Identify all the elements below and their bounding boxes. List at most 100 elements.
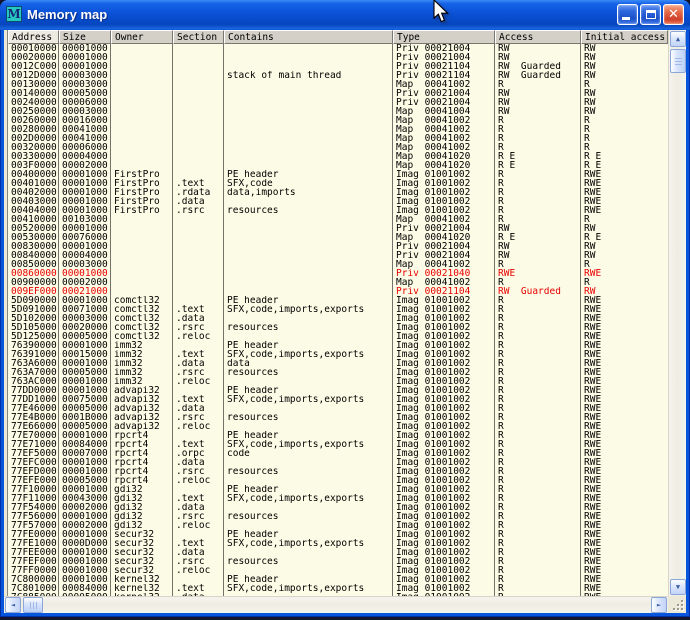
- table-row[interactable]: 7639100000015000imm32.textSFX,code,impor…: [8, 350, 668, 359]
- table-row[interactable]: 0090000000002000Map 00041002RR: [8, 278, 668, 287]
- table-row[interactable]: 0014000000005000Priv 00021004RWRW: [8, 89, 668, 98]
- table-row[interactable]: 0040300000001000FirstPro.dataImag 010010…: [8, 197, 668, 206]
- table-row[interactable]: 77F5700000002000gdi32.relocImag 01001002…: [8, 521, 668, 530]
- table-row[interactable]: 0012C00000001000Priv 00021104RW GuardedR…: [8, 62, 668, 71]
- table-row[interactable]: 77FEE00000001000secur32.dataImag 0100100…: [8, 548, 668, 557]
- column-header-address[interactable]: Address: [8, 30, 59, 44]
- table-row[interactable]: 77E7100000084000rpcrt4.textSFX,code,impo…: [8, 440, 668, 449]
- table-row[interactable]: 77DD000000001000advapi32PE headerImag 01…: [8, 386, 668, 395]
- scroll-down-button[interactable]: ▼: [670, 579, 686, 595]
- table-row[interactable]: 77F5400000002000gdi32.dataImag 01001002R…: [8, 503, 668, 512]
- table-row[interactable]: 77EF500000007000rpcrt4.orpccodeImag 0100…: [8, 449, 668, 458]
- column-header-type[interactable]: Type: [393, 30, 495, 44]
- vertical-scrollbar[interactable]: ▲ ▼: [668, 30, 686, 596]
- table-row[interactable]: 77E4B0000001B000advapi32.rsrcresourcesIm…: [8, 413, 668, 422]
- scroll-left-button[interactable]: ◄: [5, 597, 21, 613]
- scroll-right-button[interactable]: ►: [651, 597, 667, 613]
- cell-owner: rpcrt4: [111, 449, 173, 458]
- table-row[interactable]: 7C80000000001000kernel32PE headerImag 01…: [8, 575, 668, 584]
- table-row[interactable]: 5D10500000020000comctl32.rsrcresourcesIm…: [8, 323, 668, 332]
- table-row[interactable]: 7639000000001000imm32PE headerImag 01001…: [8, 341, 668, 350]
- table-row[interactable]: 0025000000003000Map 00041004RWRW: [8, 107, 668, 116]
- table-row[interactable]: 002D000000041000Map 00041002RR: [8, 134, 668, 143]
- table-row[interactable]: 0024000000006000Priv 00021004RWRW: [8, 98, 668, 107]
- table-row[interactable]: 5D09100000071000comctl32.textSFX,code,im…: [8, 305, 668, 314]
- table-row[interactable]: 0040000000001000FirstProPE headerImag 01…: [8, 170, 668, 179]
- table-row[interactable]: 0012D00000003000stack of main threadPriv…: [8, 71, 668, 80]
- cell-size: 00005000: [59, 422, 111, 431]
- table-row[interactable]: 0001000000001000Priv 00021004RWRW: [8, 44, 668, 53]
- cell-initial_access: RW: [581, 62, 668, 71]
- table-row[interactable]: 0083000000001000Priv 00021004RWRW: [8, 242, 668, 251]
- table-row[interactable]: 77FF000000001000secur32.relocImag 010010…: [8, 566, 668, 575]
- table-row[interactable]: 77E7000000001000rpcrt4PE headerImag 0100…: [8, 431, 668, 440]
- table-row[interactable]: 763A600000001000imm32.datadataImag 01001…: [8, 359, 668, 368]
- table-row[interactable]: 0028000000041000Map 00041002RR: [8, 125, 668, 134]
- table-row[interactable]: 0040200000001000FirstPro.rdatadata,impor…: [8, 188, 668, 197]
- minimize-button[interactable]: [617, 4, 638, 25]
- cell-address: 00860000: [8, 269, 59, 278]
- table-row[interactable]: 77FE000000001000secur32PE headerImag 010…: [8, 530, 668, 539]
- table-row[interactable]: 77EFD00000001000rpcrt4.rsrcresourcesImag…: [8, 467, 668, 476]
- cell-address: 76390000: [8, 341, 59, 350]
- table-row[interactable]: 0033000000004000Map 00041020R ER E: [8, 152, 668, 161]
- cell-access: R: [495, 323, 581, 332]
- table-row[interactable]: 77DD100000075000advapi32.textSFX,code,im…: [8, 395, 668, 404]
- maximize-button[interactable]: [640, 4, 661, 25]
- table-row[interactable]: 0026000000016000Map 00041002RR: [8, 116, 668, 125]
- table-row[interactable]: 0040100000001000FirstPro.textSFX,codeIma…: [8, 179, 668, 188]
- table-row[interactable]: 7C80100000084000kernel32.textSFX,code,im…: [8, 584, 668, 593]
- table-row[interactable]: 77FE10000000D000secur32.textSFX,code,imp…: [8, 539, 668, 548]
- table-row[interactable]: 77E4600000005000advapi32.dataImag 010010…: [8, 404, 668, 413]
- column-header-owner[interactable]: Owner: [111, 30, 173, 44]
- table-row[interactable]: 0053000000076000Map 00041020R ER E: [8, 233, 668, 242]
- column-header-contains[interactable]: Contains: [224, 30, 393, 44]
- cell-initial_access: RWE: [581, 368, 668, 377]
- cell-address: 00280000: [8, 125, 59, 134]
- table-row[interactable]: 763A700000005000imm32.rsrcresourcesImag …: [8, 368, 668, 377]
- table-row[interactable]: 0084000000004000Priv 00021004RWRW: [8, 251, 668, 260]
- table-row[interactable]: 77F1000000001000gdi32PE headerImag 01001…: [8, 485, 668, 494]
- horizontal-scrollbar[interactable]: ◄ ►: [4, 596, 668, 613]
- cell-section: [173, 269, 224, 278]
- cell-section: .rsrc: [173, 557, 224, 566]
- table-row[interactable]: 0085000000003000Map 00041002RR: [8, 260, 668, 269]
- table-row[interactable]: 77FEF00000001000secur32.rsrcresourcesIma…: [8, 557, 668, 566]
- cell-type: Imag 01001002: [393, 476, 495, 485]
- table-row[interactable]: 0052000000001000Priv 00021004RWRW: [8, 224, 668, 233]
- table-row[interactable]: 5D12500000005000comctl32.relocImag 01001…: [8, 332, 668, 341]
- table-row[interactable]: 009EF00000021000Priv 00021104RW GuardedR…: [8, 287, 668, 296]
- table-row[interactable]: 77F1100000043000gdi32.textSFX,code,impor…: [8, 494, 668, 503]
- horizontal-scroll-thumb[interactable]: [23, 597, 43, 613]
- scroll-up-button[interactable]: ▲: [670, 31, 686, 47]
- vertical-scroll-thumb[interactable]: [670, 49, 686, 73]
- table-row[interactable]: 77EFE00000005000rpcrt4.relocImag 0100100…: [8, 476, 668, 485]
- resize-grip[interactable]: [668, 596, 686, 613]
- title-bar[interactable]: M Memory map ✕: [0, 0, 690, 30]
- table-row[interactable]: 0040400000001000FirstPro.rsrcresourcesIm…: [8, 206, 668, 215]
- cell-contains: resources: [224, 368, 393, 377]
- cell-section: [173, 242, 224, 251]
- cell-section: [173, 161, 224, 170]
- column-header-size[interactable]: Size: [59, 30, 111, 44]
- table-row[interactable]: 003F000000002000Map 00041020R ER E: [8, 161, 668, 170]
- cell-contains: stack of main thread: [224, 71, 393, 80]
- cell-contains: [224, 458, 393, 467]
- column-header-initial_access[interactable]: Initial access: [581, 30, 668, 44]
- table-row[interactable]: 0013000000003000Map 00041002RR: [8, 80, 668, 89]
- table-row[interactable]: 77F5600000001000gdi32.rsrcresourcesImag …: [8, 512, 668, 521]
- column-header-section[interactable]: Section: [173, 30, 224, 44]
- table-row[interactable]: 77EFC00000001000rpcrt4.dataImag 01001002…: [8, 458, 668, 467]
- table-row[interactable]: 0041000000103000Map 00041002RR: [8, 215, 668, 224]
- cell-address: 5D090000: [8, 296, 59, 305]
- table-row[interactable]: 5D10200000003000comctl32.dataImag 010010…: [8, 314, 668, 323]
- table-row[interactable]: 763AC00000001000imm32.relocImag 01001002…: [8, 377, 668, 386]
- column-header-access[interactable]: Access: [495, 30, 581, 44]
- table-row[interactable]: 0032000000006000Map 00041002RR: [8, 143, 668, 152]
- table-row[interactable]: 77E6600000005000advapi32.relocImag 01001…: [8, 422, 668, 431]
- table-row[interactable]: 5D09000000001000comctl32PE headerImag 01…: [8, 296, 668, 305]
- close-button[interactable]: ✕: [663, 4, 684, 25]
- table-row[interactable]: 0002000000001000Priv 00021004RWRW: [8, 53, 668, 62]
- cell-section: [173, 44, 224, 53]
- table-row[interactable]: 0086000000001000Priv 00021040RWERWE: [8, 269, 668, 278]
